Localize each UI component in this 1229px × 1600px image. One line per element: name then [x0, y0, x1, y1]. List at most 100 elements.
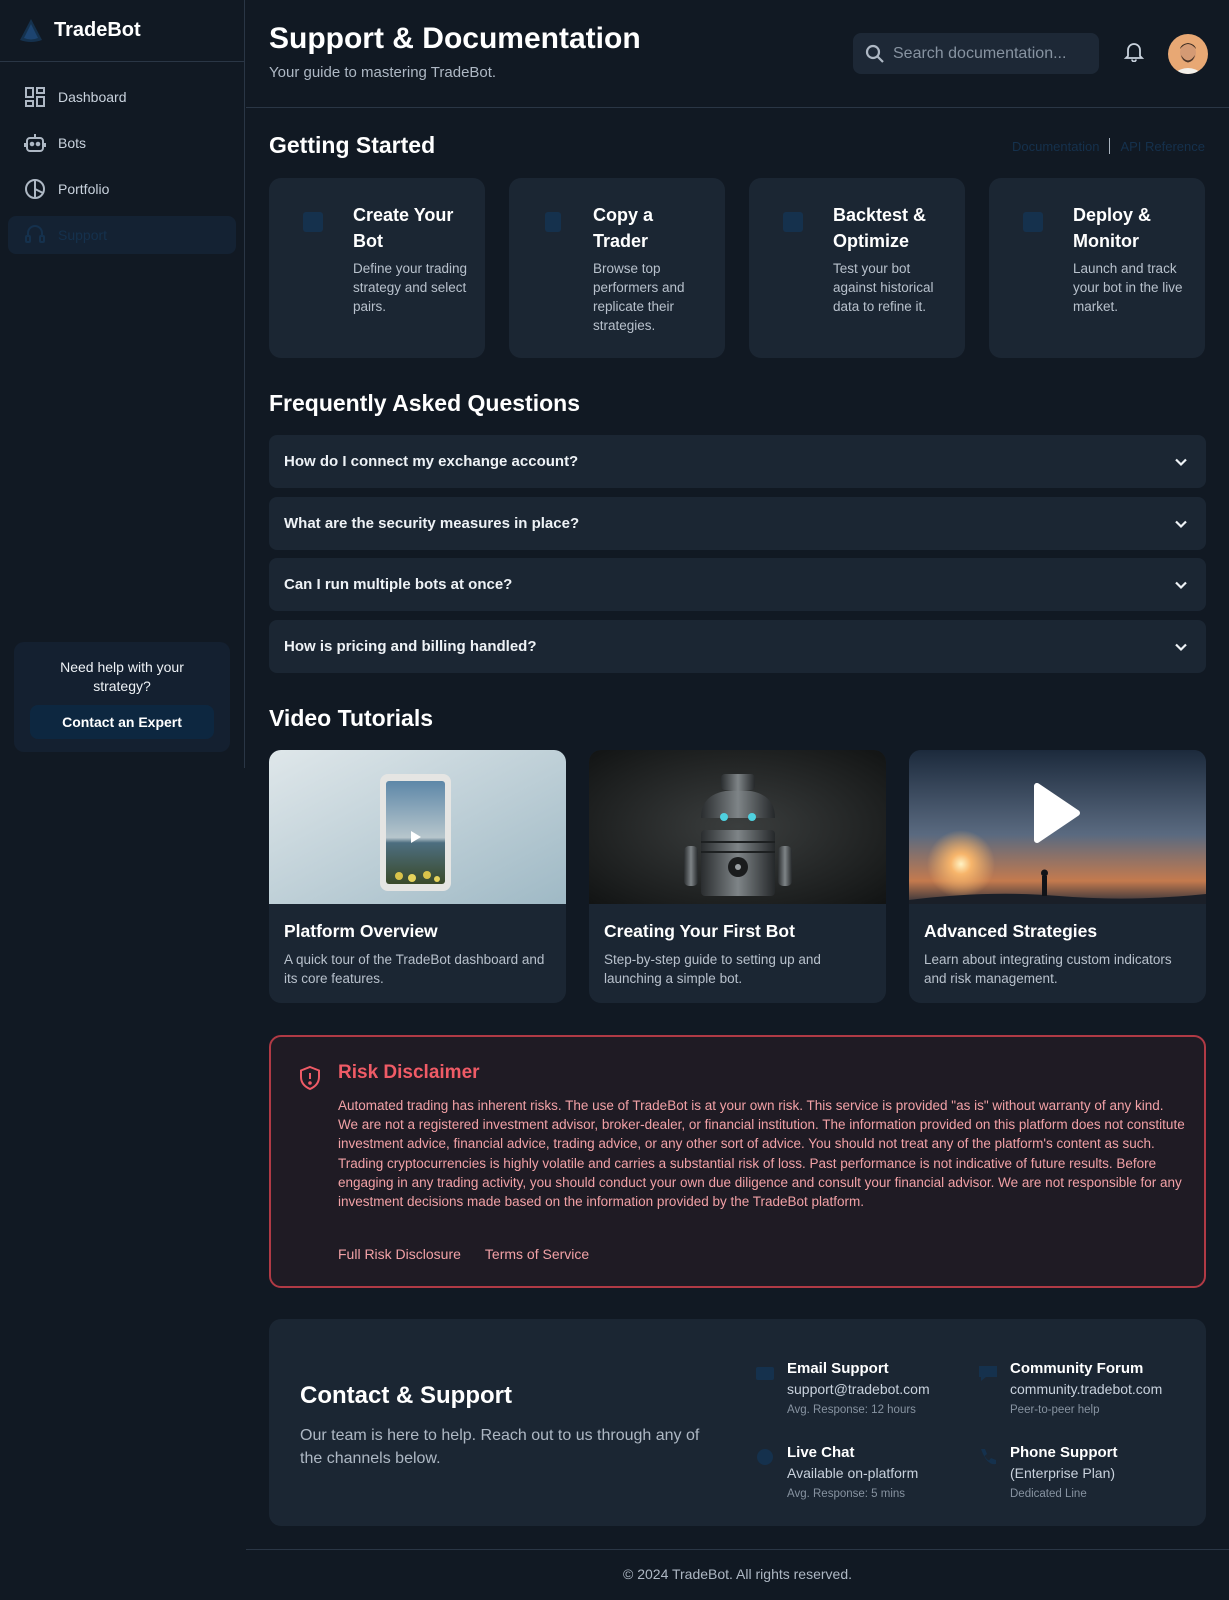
card-title: Copy a Trader	[593, 205, 654, 251]
channel-note: Avg. Response: 12 hours	[787, 1404, 916, 1416]
avatar[interactable]	[1168, 34, 1208, 74]
video-card[interactable]: Platform Overview A quick tour of the Tr…	[269, 750, 566, 1003]
support-icon	[25, 225, 45, 243]
email-icon	[756, 1367, 774, 1380]
channel-note: Dedicated Line	[1010, 1488, 1087, 1500]
logo-icon	[20, 18, 42, 42]
chevron-down-icon	[1175, 581, 1187, 589]
forum-icon	[979, 1366, 997, 1381]
contact-desc: Our team is here to help. Reach out to u…	[300, 1427, 700, 1467]
channel-title: Email Support	[787, 1360, 889, 1377]
channel-line: Available on-platform	[787, 1465, 919, 1481]
documentation-link[interactable]: Documentation	[1012, 139, 1099, 154]
doc-links: Documentation API Reference	[1012, 138, 1205, 154]
avatar-image	[1168, 34, 1208, 74]
faq-item[interactable]: How is pricing and billing handled?	[269, 620, 1206, 673]
contact-section: Contact & Support Our team is here to he…	[269, 1319, 1206, 1526]
backtest-icon	[783, 212, 803, 232]
video-title: Advanced Strategies	[924, 921, 1098, 941]
card-desc: Define your trading strategy and select …	[353, 261, 468, 314]
faq-item[interactable]: What are the security measures in place?	[269, 497, 1206, 550]
sidebar: TradeBot Dashboard Bots Portfolio Suppor…	[0, 0, 245, 768]
card-title: Backtest & Optimize	[833, 205, 927, 251]
channel-line: (Enterprise Plan)	[1010, 1465, 1116, 1481]
channel-title: Live Chat	[787, 1444, 855, 1461]
help-text: Need help with your strategy?	[60, 659, 184, 694]
dashboard-icon	[25, 87, 45, 107]
phone-icon	[981, 1449, 996, 1465]
sidebar-item-portfolio[interactable]: Portfolio	[8, 170, 236, 208]
getting-started-card[interactable]: Copy a Trader Browse top performers and …	[509, 178, 725, 358]
getting-started-card[interactable]: Backtest & Optimize Test your bot agains…	[749, 178, 965, 358]
card-desc: Launch and track your bot in the live ma…	[1073, 261, 1183, 314]
video-title: Platform Overview	[284, 921, 438, 941]
video-desc: Step-by-step guide to setting up and lau…	[604, 952, 821, 986]
risk-title: Risk Disclaimer	[338, 1062, 480, 1083]
sidebar-item-label: Portfolio	[58, 181, 110, 197]
page-subtitle: Your guide to mastering TradeBot.	[269, 64, 497, 81]
video-desc: A quick tour of the TradeBot dashboard a…	[284, 952, 545, 986]
brand-name: TradeBot	[54, 19, 141, 41]
copyright-text: © 2024 TradeBot. All rights reserved.	[623, 1566, 852, 1582]
search-icon	[865, 44, 884, 63]
contact-title: Contact & Support	[300, 1382, 512, 1409]
sidebar-item-label: Dashboard	[58, 89, 127, 105]
help-card: Need help with your strategy? Contact an…	[14, 642, 230, 752]
pie-chart-icon	[25, 179, 45, 199]
risk-text: Automated trading has inherent risks. Th…	[338, 1098, 1185, 1210]
channel-line: community.tradebot.com	[1010, 1381, 1163, 1397]
page-title: Support & Documentation	[269, 22, 641, 55]
contact-expert-button[interactable]: Contact an Expert	[30, 705, 214, 739]
video-thumbnail	[909, 750, 1206, 904]
deploy-icon	[1023, 212, 1043, 232]
card-title: Deploy & Monitor	[1073, 205, 1152, 251]
video-desc: Learn about integrating custom indicator…	[924, 952, 1172, 986]
video-thumbnail	[589, 750, 886, 904]
channel-note: Peer-to-peer help	[1010, 1404, 1100, 1416]
getting-started-card[interactable]: Deploy & Monitor Launch and track your b…	[989, 178, 1205, 358]
video-card[interactable]: Creating Your First Bot Step-by-step gui…	[589, 750, 886, 1003]
full-risk-disclosure-link[interactable]: Full Risk Disclosure	[338, 1246, 461, 1262]
footer: © 2024 TradeBot. All rights reserved.	[246, 1549, 1229, 1600]
video-thumbnail	[269, 750, 566, 904]
faq-item[interactable]: Can I run multiple bots at once?	[269, 558, 1206, 611]
risk-links: Full Risk Disclosure Terms of Service	[338, 1246, 613, 1262]
create-bot-icon	[303, 212, 323, 232]
faq-question: How is pricing and billing handled?	[284, 638, 537, 655]
channel-note: Avg. Response: 5 mins	[787, 1488, 906, 1500]
faq-question: Can I run multiple bots at once?	[284, 576, 513, 593]
copy-trader-icon	[545, 212, 561, 232]
link-divider	[1109, 138, 1111, 154]
api-reference-link[interactable]: API Reference	[1120, 139, 1205, 154]
chevron-down-icon	[1175, 520, 1187, 528]
header: Support & Documentation Your guide to ma…	[246, 0, 1229, 108]
video-title: Creating Your First Bot	[604, 921, 795, 941]
card-desc: Browse top performers and replicate thei…	[593, 261, 685, 333]
faq-title: Frequently Asked Questions	[269, 390, 580, 416]
bell-icon[interactable]	[1123, 40, 1145, 62]
chevron-down-icon	[1175, 458, 1187, 466]
faq-question: What are the security measures in place?	[284, 515, 580, 532]
brand[interactable]: TradeBot	[0, 0, 244, 62]
video-card[interactable]: Advanced Strategies Learn about integrat…	[909, 750, 1206, 1003]
card-desc: Test your bot against historical data to…	[833, 261, 934, 314]
card-title: Create Your Bot	[353, 205, 454, 251]
search-input[interactable]	[893, 44, 1093, 63]
terms-of-service-link[interactable]: Terms of Service	[485, 1246, 589, 1262]
sidebar-item-bots[interactable]: Bots	[8, 124, 236, 162]
getting-started-card[interactable]: Create Your Bot Define your trading stra…	[269, 178, 485, 358]
faq-item[interactable]: How do I connect my exchange account?	[269, 435, 1206, 488]
channel-line: support@tradebot.com	[787, 1381, 930, 1397]
videos-title: Video Tutorials	[269, 705, 434, 731]
robot-icon	[24, 134, 46, 152]
sidebar-item-label: Bots	[58, 135, 87, 151]
risk-disclaimer: Risk Disclaimer Automated trading has in…	[269, 1035, 1206, 1288]
sidebar-item-dashboard[interactable]: Dashboard	[8, 78, 236, 116]
faq-question: How do I connect my exchange account?	[284, 453, 579, 470]
sidebar-item-support[interactable]: Support	[8, 216, 236, 254]
sidebar-item-label: Support	[58, 227, 108, 243]
chat-icon	[757, 1449, 773, 1465]
chevron-down-icon	[1175, 643, 1187, 651]
search-box[interactable]	[853, 33, 1099, 74]
channel-title: Community Forum	[1010, 1360, 1144, 1377]
